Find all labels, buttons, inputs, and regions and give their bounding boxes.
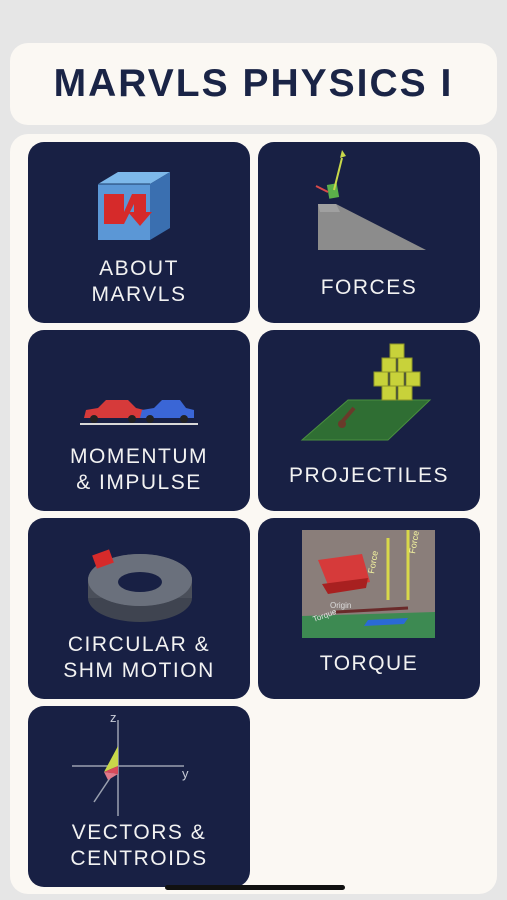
- app-header: MARVLS PHYSICS I: [10, 43, 497, 125]
- colliding-cars-icon: [80, 400, 198, 425]
- tile-label: PROJECTILES: [288, 464, 450, 487]
- tile-label: VECTORS & CENTROIDS: [70, 821, 208, 870]
- tile-label: FORCES: [320, 276, 418, 299]
- app-title: MARVLS PHYSICS I: [53, 62, 454, 105]
- tile-projectiles[interactable]: PROJECTILES: [258, 330, 480, 511]
- topics-panel: ABOUT MARVLS FORCES MOMENTUM & IMPULSE P…: [10, 134, 497, 894]
- rotating-disc-icon: [88, 549, 192, 622]
- tile-label: MOMENTUM & IMPULSE: [70, 445, 208, 494]
- tile-about-marvls[interactable]: ABOUT MARVLS: [28, 142, 250, 323]
- tile-torque[interactable]: Force Force Origin Torque TORQUE: [258, 518, 480, 699]
- z-axis-label: z: [110, 710, 117, 725]
- tile-label: ABOUT MARVLS: [91, 257, 187, 306]
- tile-momentum-impulse[interactable]: MOMENTUM & IMPULSE: [28, 330, 250, 511]
- marvls-cube-logo-icon: [98, 172, 170, 240]
- tile-label: CIRCULAR & SHM MOTION: [63, 633, 215, 682]
- tile-forces[interactable]: FORCES: [258, 142, 480, 323]
- tile-vectors-centroids[interactable]: z y VECTORS & CENTROIDS: [28, 706, 250, 887]
- home-indicator[interactable]: [165, 885, 345, 890]
- inclined-plane-icon: [315, 150, 426, 250]
- tile-circular-shm-motion[interactable]: CIRCULAR & SHM MOTION: [28, 518, 250, 699]
- y-axis-label: y: [182, 766, 189, 781]
- torque-cart-icon: Force Force Origin Torque: [302, 530, 435, 638]
- xyz-axes-icon: z y: [72, 710, 189, 816]
- tile-label: TORQUE: [319, 652, 419, 675]
- cannon-blocks-icon: [300, 343, 432, 441]
